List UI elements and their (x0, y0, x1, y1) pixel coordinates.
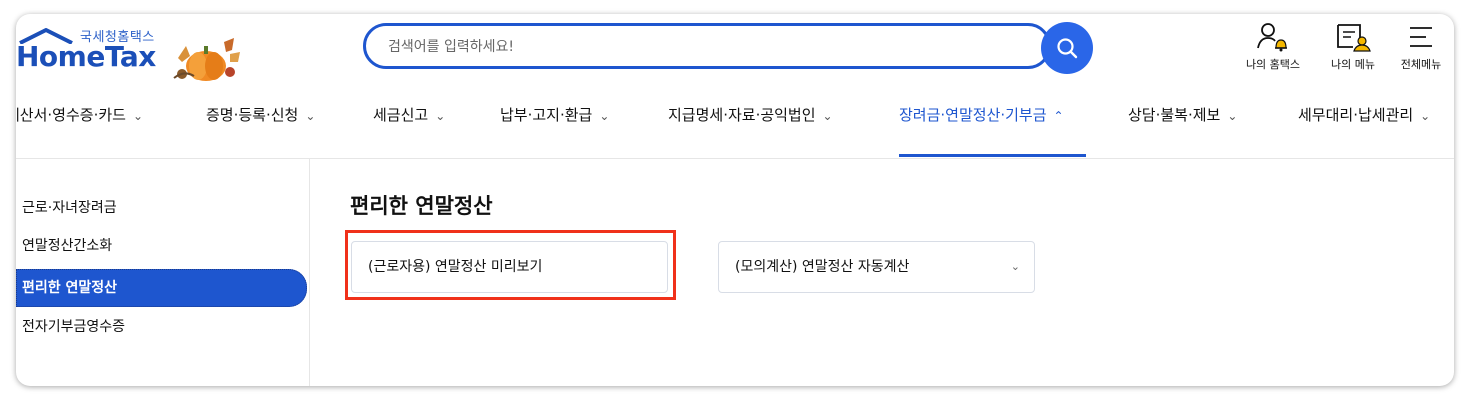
search-icon (1057, 38, 1078, 59)
gnb-item-year-end-settlement[interactable]: 장려금·연말정산·기부금 ⌃ (899, 104, 1064, 144)
card-label: (근로자용) 연말정산 미리보기 (368, 259, 543, 275)
global-navigation: 계산서·영수증·카드 ⌄ 증명·등록·신청 ⌄ 세금신고 ⌄ 납부·고지·환급 ⌄ 지급… (16, 90, 1454, 159)
active-tab-underline (899, 154, 1086, 157)
auto-calculation-card[interactable]: (모의계산) 연말정산 자동계산 ⌄ (718, 241, 1035, 293)
lnb-item-earned-income-credit[interactable]: 근로·자녀장려금 (22, 189, 308, 227)
chevron-down-icon: ⌄ (1227, 109, 1238, 123)
gnb-item-tax-agent[interactable]: 세무대리·납세관리 ⌄ (1298, 104, 1430, 144)
lnb-item-convenient-settlement[interactable]: 편리한 연말정산 (16, 269, 307, 307)
chevron-down-icon: ⌄ (435, 109, 446, 123)
brand-big-text: HomeTax (16, 40, 156, 73)
search-box[interactable] (363, 23, 1051, 69)
chevron-down-icon: ⌄ (1010, 260, 1020, 273)
page-title: 편리한 연말정산 (350, 194, 493, 218)
gnb-item-label: 증명·등록·신청 (206, 106, 299, 124)
my-hometax-button[interactable]: 나의 홈택스 (1238, 22, 1308, 82)
gnb-item-label: 지급명세·자료·공익법인 (668, 106, 816, 124)
gnb-item-label: 세금신고 (373, 106, 429, 124)
my-menu-label: 나의 메뉴 (1331, 58, 1375, 71)
gnb-item-label: 납부·고지·환급 (500, 106, 593, 124)
hamburger-menu-icon (1410, 27, 1432, 47)
gnb-item-label: 계산서·영수증·카드 (16, 106, 126, 124)
all-menu-button[interactable]: 전체메뉴 (1386, 22, 1454, 82)
gnb-item-label: 장려금·연말정산·기부금 (899, 106, 1047, 124)
gnb-item-payment[interactable]: 납부·고지·환급 ⌄ (500, 104, 609, 144)
search-input[interactable] (386, 34, 1010, 60)
hometax-logo[interactable]: 국세청홈택스 HomeTax (16, 22, 246, 82)
gnb-item-label: 세무대리·납세관리 (1298, 106, 1414, 124)
chevron-down-icon: ⌄ (822, 109, 833, 123)
chevron-down-icon: ⌄ (599, 109, 610, 123)
chevron-up-icon: ⌃ (1053, 109, 1064, 123)
left-navigation: 근로·자녀장려금 연말정산간소화 편리한 연말정산 전자기부금영수증 (16, 159, 310, 386)
browser-frame: 국세청홈택스 HomeTax 검색어를 입력하세요! 나의 홈택스 나의 메뉴 … (16, 14, 1454, 386)
chevron-down-icon: ⌄ (305, 109, 316, 123)
search-button[interactable] (1041, 22, 1093, 74)
chevron-down-icon: ⌄ (132, 109, 143, 123)
preview-settlement-card[interactable]: (근로자용) 연말정산 미리보기 (351, 241, 668, 293)
gnb-item-invoice[interactable]: 계산서·영수증·카드 ⌄ (16, 104, 143, 144)
gnb-item-payment-statement[interactable]: 지급명세·자료·공익법인 ⌄ (668, 104, 833, 144)
gnb-item-label: 상담·불복·제보 (1128, 106, 1221, 124)
card-label: (모의계산) 연말정산 자동계산 (735, 259, 910, 275)
my-menu-button[interactable]: 나의 메뉴 (1318, 22, 1388, 82)
all-menu-label: 전체메뉴 (1400, 58, 1442, 71)
user-bell-icon (1257, 23, 1287, 52)
gnb-item-tax-report[interactable]: 세금신고 ⌄ (373, 104, 445, 144)
lnb-item-simplified-settlement[interactable]: 연말정산간소화 (22, 227, 308, 265)
gnb-item-consultation[interactable]: 상담·불복·제보 ⌄ (1128, 104, 1237, 144)
document-user-icon (1337, 24, 1371, 52)
chevron-down-icon: ⌄ (1420, 109, 1431, 123)
pumpkin-decoration-icon (173, 38, 240, 81)
my-hometax-label: 나의 홈택스 (1245, 58, 1301, 71)
gnb-item-certificate[interactable]: 증명·등록·신청 ⌄ (206, 104, 315, 144)
lnb-item-donation-receipt[interactable]: 전자기부금영수증 (22, 308, 308, 346)
